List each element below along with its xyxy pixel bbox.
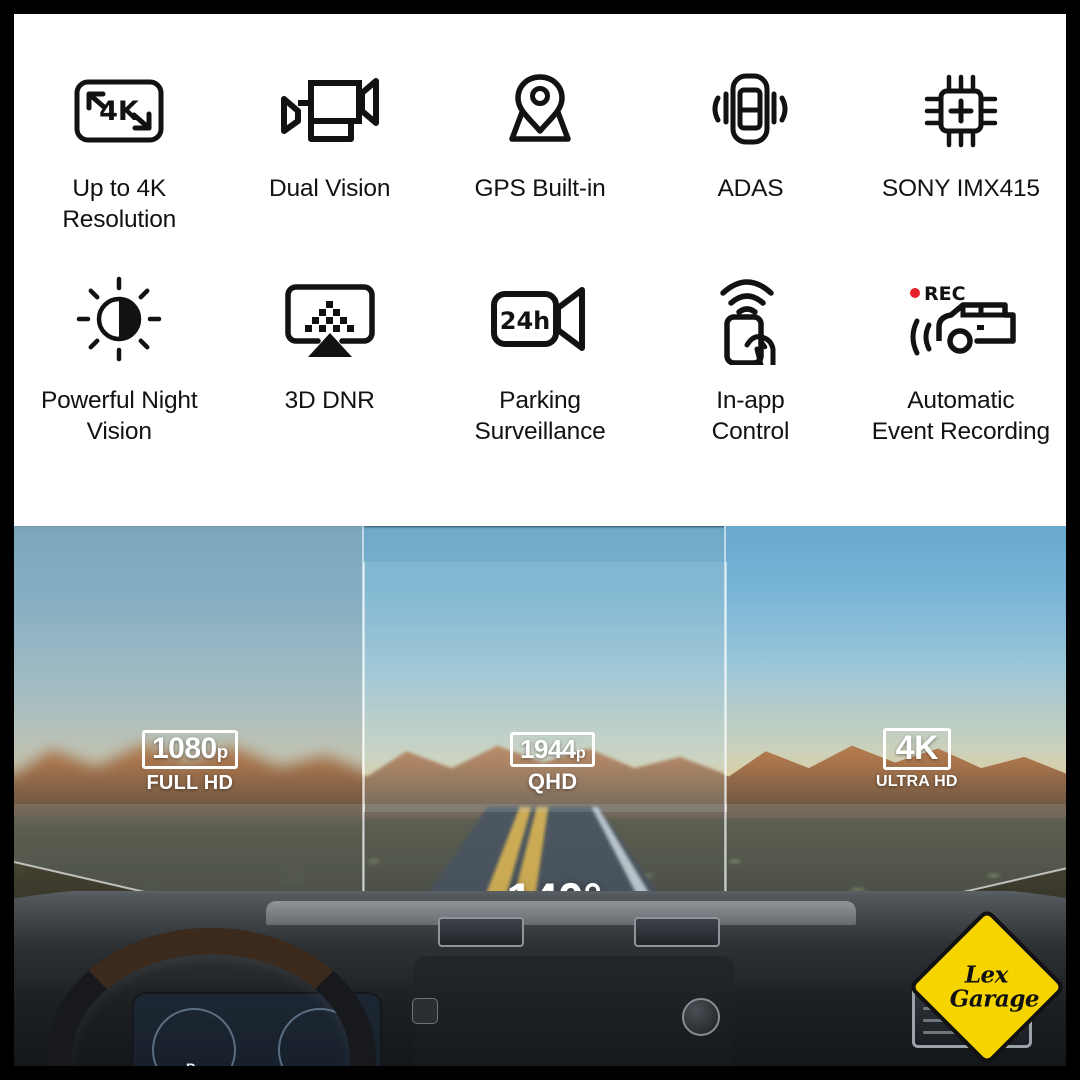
car-sensors-icon (704, 70, 796, 152)
car-interior: P (14, 891, 1066, 1066)
feature-sony-sensor[interactable]: SONY IMX415 (856, 70, 1066, 236)
feature-label: Up to 4K Resolution (62, 175, 177, 233)
svg-text:4K: 4K (99, 96, 140, 127)
badge-secondary-text: ULTRA HD (876, 773, 958, 790)
badge-primary-text: 1944p (510, 732, 596, 767)
feature-row-1: 4K Up to 4K Resolution Dual Vision GPS B… (14, 70, 1066, 236)
badge-primary-text: 1080p (142, 730, 238, 769)
resolution-badge-1944p: 1944p QHD (510, 732, 596, 794)
4k-resolution-icon: 4K (71, 70, 167, 152)
feature-label: GPS Built-in (474, 175, 606, 202)
feature-label: Dual Vision (268, 175, 391, 202)
feature-parking-surveillance[interactable]: 24h Parking Surveillance (435, 278, 645, 448)
feature-adas[interactable]: ADAS (645, 70, 855, 236)
console-button[interactable] (412, 998, 438, 1024)
air-vent-left (438, 917, 524, 947)
badge-secondary-text: FULL HD (146, 772, 234, 794)
lex-garage-logo[interactable]: Lex Garage (907, 907, 1066, 1066)
feature-label: 3D DNR (284, 386, 375, 414)
feature-event-recording[interactable]: REC Automatic Event Recording (856, 278, 1066, 448)
resolution-badge-1080p: 1080p FULL HD (142, 730, 238, 793)
logo-diamond-shape: Lex Garage (907, 907, 1066, 1066)
feature-label: Parking Surveillance (474, 386, 606, 445)
noise-reduction-screen-icon (280, 278, 380, 360)
feature-label: Powerful Night Vision (40, 386, 198, 445)
brightness-contrast-icon (75, 276, 163, 361)
feature-label: In-app Control (711, 386, 790, 445)
rec-text: REC (924, 283, 966, 305)
content-canvas: 4K Up to 4K Resolution Dual Vision GPS B… (14, 14, 1066, 1066)
24h-camera-icon: 24h (488, 278, 592, 360)
feature-label: Automatic Event Recording (871, 386, 1050, 445)
feature-label: ADAS (717, 175, 784, 202)
feature-gps-builtin[interactable]: GPS Built-in (435, 70, 645, 236)
car-rec-icon: REC (901, 278, 1021, 360)
resolution-badge-4k: 4K ULTRA HD (876, 728, 958, 790)
chip-icon (919, 70, 1003, 152)
feature-grid: 4K Up to 4K Resolution Dual Vision GPS B… (14, 14, 1066, 526)
logo-line-2: Garage (950, 985, 1040, 1013)
dashboard-hood (266, 901, 856, 925)
feature-night-vision[interactable]: Powerful Night Vision (14, 276, 224, 448)
console-knob[interactable] (682, 998, 720, 1036)
logo-text: Lex Garage (934, 961, 1040, 1013)
product-feature-infographic: 4K Up to 4K Resolution Dual Vision GPS B… (0, 0, 1080, 1080)
feature-row-2: Powerful Night Vision 3D DNR 24h Parking… (14, 276, 1066, 448)
svg-text:24h: 24h (500, 307, 550, 335)
feature-dual-vision[interactable]: Dual Vision (224, 70, 434, 236)
badge-primary-text: 4K (882, 728, 952, 770)
map-pin-icon (498, 70, 582, 152)
feature-4k-resolution[interactable]: 4K Up to 4K Resolution (14, 70, 224, 236)
badge-secondary-text: QHD (527, 769, 578, 794)
dual-camera-icon (274, 70, 386, 152)
feature-label: SONY IMX415 (881, 175, 1040, 202)
hand-phone-wifi-icon (703, 278, 797, 365)
air-vent-right (634, 917, 720, 947)
logo-line-1: Lex (965, 961, 1009, 989)
feature-in-app-control[interactable]: In-app Control (645, 278, 855, 448)
feature-3d-dnr[interactable]: 3D DNR (224, 278, 434, 448)
